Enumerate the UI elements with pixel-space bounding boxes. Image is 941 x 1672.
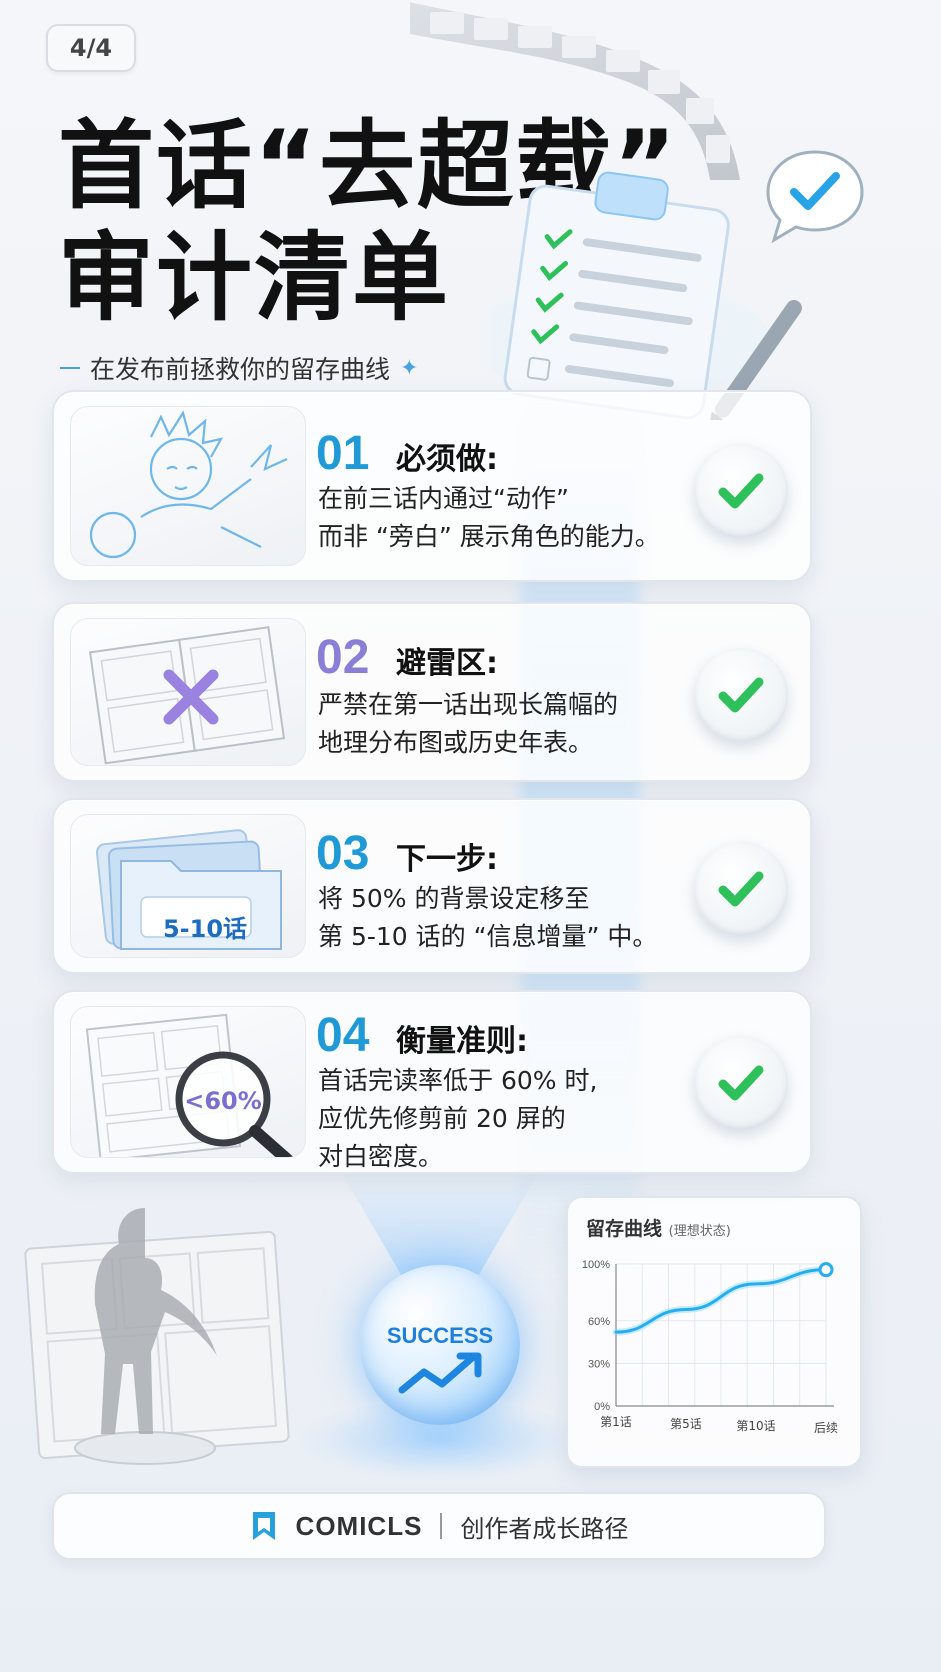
item-line: 严禁在第一话出现长篇幅的 (318, 690, 619, 719)
item-line: 地理分布图或历史年表。 (318, 728, 594, 757)
subtitle: 在发布前拯救你的留存曲线 (90, 355, 391, 384)
item-description: 将 50% 的背景设定移至 第 5-10 话的 “信息增量” 中。 (318, 880, 698, 956)
item-description: 在前三话内通过“动作” 而非 “旁白” 展示角色的能力。 (318, 480, 698, 556)
acrylic-figure-illustration (24, 1208, 290, 1465)
chart-title: 留存曲线 (理想状态) (586, 1214, 731, 1241)
x-tick-label: 后续 (814, 1421, 838, 1435)
check-icon (694, 444, 788, 538)
y-tick-label: 30% (588, 1358, 610, 1370)
y-tick-label: 60% (588, 1316, 610, 1328)
item-description: 严禁在第一话出现长篇幅的 地理分布图或历史年表。 (318, 686, 698, 762)
manga-page-thumbnail: <60% (70, 1006, 306, 1158)
page-indicator: 4/4 (46, 24, 136, 72)
check-icon (694, 648, 788, 742)
item-number: 03 (316, 827, 370, 880)
checklist-card-2: 02 避雷区: 严禁在第一话出现长篇幅的 地理分布图或历史年表。 (52, 602, 812, 782)
sparkle-icon: ✦ (400, 355, 419, 381)
checklist-card-3: 5-10话 03 下一步: 将 50% 的背景设定移至 第 5-10 话的 “信… (52, 798, 812, 974)
item-heading: 必须做: (396, 442, 498, 477)
checklist-card-1: 01 必须做: 在前三话内通过“动作” 而非 “旁白” 展示角色的能力。 (52, 390, 812, 582)
item-line: 第 5-10 话的 “信息增量” 中。 (318, 922, 658, 951)
retention-chart-card: 留存曲线 (理想状态) 100% 60% 30% 0% 第1话 第5话 第10话 后续 (566, 1196, 862, 1468)
footer-tagline: 创作者成长路径 (460, 1514, 629, 1543)
item-line: 将 50% 的背景设定移至 (318, 884, 590, 913)
footer-brand: COMICLS (295, 1510, 423, 1541)
item-line: 应优先修剪前 20 屏的 (318, 1104, 566, 1133)
map-book-thumbnail (70, 618, 306, 766)
retention-line-chart: 100% 60% 30% 0% 第1话 第5话 第10话 后续 (582, 1259, 838, 1435)
footer-bar: COMICLS 创作者成长路径 (52, 1492, 826, 1560)
check-icon (694, 1036, 788, 1130)
item-line: 而非 “旁白” 展示角色的能力。 (318, 522, 660, 551)
footer-separator (440, 1513, 443, 1539)
item-number: 02 (316, 631, 370, 684)
subtitle-dash-left (60, 367, 80, 369)
speech-bubble-check-icon (766, 150, 864, 244)
hero-sketch-thumbnail (70, 406, 306, 566)
success-label: SUCCESS (386, 1323, 494, 1348)
item-line: 首话完读率低于 60% 时, (318, 1066, 598, 1095)
bookmark-logo-icon (252, 1512, 275, 1540)
item-number: 04 (316, 1009, 370, 1062)
item-number: 01 (316, 427, 370, 480)
anime-hero-icon (89, 410, 288, 559)
checklist-card-4: <60% 04 衡量准则: 首话完读率低于 60% 时, 应优先修剪前 20 屏… (52, 990, 812, 1174)
chart-subtitle: (理想状态) (668, 1224, 731, 1239)
item-heading: 下一步: (396, 842, 498, 877)
check-icon (694, 842, 788, 936)
item-line: 在前三话内通过“动作” (318, 484, 569, 513)
chart-title-text: 留存曲线 (586, 1218, 663, 1240)
x-tick-label: 第5话 (670, 1417, 702, 1431)
item-heading: 避雷区: (396, 646, 498, 681)
x-tick-label: 第10话 (736, 1419, 775, 1433)
magnifier-icon (85, 1013, 294, 1157)
folder-thumbnail: 5-10话 (70, 814, 306, 958)
data-point (818, 1262, 834, 1278)
trend-up-arrow-icon (398, 1352, 482, 1394)
y-tick-label: 0% (594, 1401, 610, 1413)
y-tick-label: 100% (582, 1259, 610, 1271)
subtitle-row: 在发布前拯救你的留存曲线 ✦ (60, 350, 418, 386)
item-description: 首话完读率低于 60% 时, 应优先修剪前 20 屏的 对白密度。 (318, 1062, 698, 1176)
folder-label: 5-10话 (162, 915, 248, 943)
x-tick-label: 第1话 (600, 1415, 632, 1429)
item-heading: 衡量准则: (396, 1024, 528, 1059)
magnifier-label: <60% (184, 1087, 262, 1115)
open-book-cross-icon (88, 626, 286, 765)
